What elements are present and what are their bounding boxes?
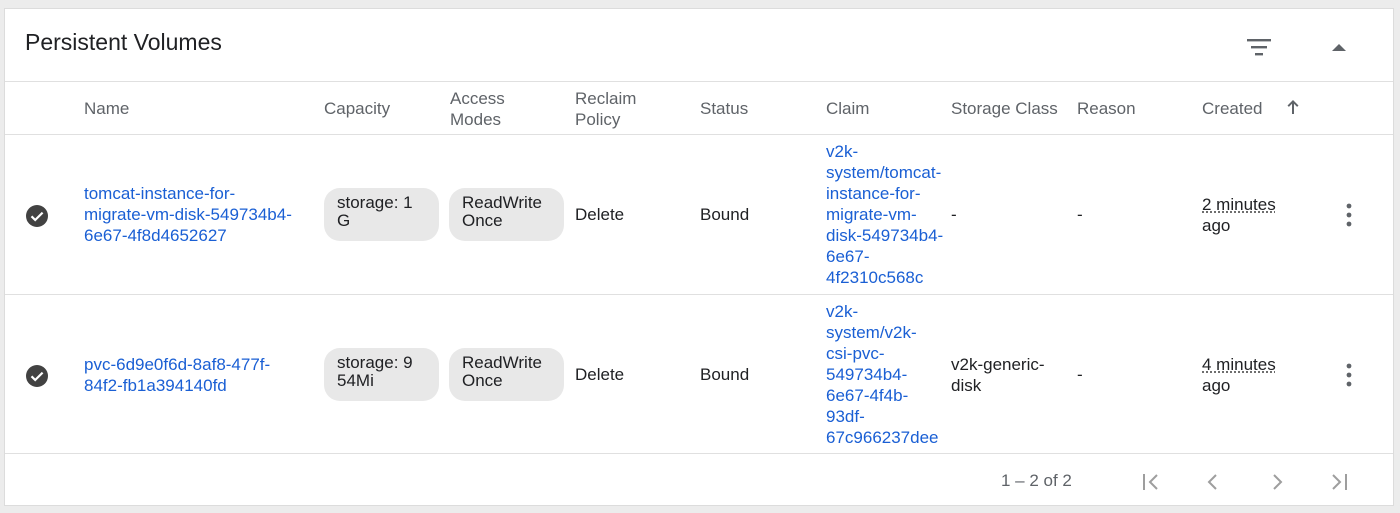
storage-class-line: v2k-generic-	[951, 355, 1045, 374]
created-time-line: 2 minutes	[1202, 195, 1276, 214]
reclaim-policy: Delete	[575, 365, 625, 384]
created-time: 2 minutes ago	[1202, 194, 1276, 236]
claim-line: system/v2k-	[826, 323, 917, 342]
check-circle-icon	[25, 364, 49, 388]
access-modes-chip: ReadWrite Once	[449, 188, 564, 241]
last-page-icon[interactable]	[1323, 466, 1355, 498]
claim-link[interactable]: v2k- system/v2k- csi-pvc- 549734b4- 6e67…	[826, 301, 946, 448]
reclaim-policy: Delete	[575, 205, 625, 224]
pv-name-link[interactable]: pvc-6d9e0f6d-8af8-477f- 84f2-fb1a394140f…	[84, 354, 270, 396]
chevron-up-icon[interactable]	[1325, 35, 1353, 59]
claim-link[interactable]: v2k- system/tomcat- instance-for- migrat…	[826, 141, 946, 288]
storage-class: -	[951, 204, 957, 225]
column-header-status[interactable]: Status	[700, 98, 748, 119]
filter-icon[interactable]	[1243, 35, 1275, 59]
claim-line: 93df-	[826, 407, 865, 426]
paginator-range-label: 1 – 2 of 2	[1001, 471, 1072, 490]
status-text: Bound	[700, 205, 750, 224]
more-vert-icon[interactable]	[1337, 199, 1361, 231]
pv-name-line: pvc-6d9e0f6d-8af8-477f-	[84, 355, 271, 374]
chevron-left-icon[interactable]	[1197, 466, 1229, 498]
first-page-icon[interactable]	[1135, 466, 1167, 498]
persistent-volumes-card: Persistent Volumes Name Capacity Access …	[4, 8, 1394, 506]
claim-line: 6e67-4f4b-	[826, 386, 909, 405]
column-header-name[interactable]: Name	[84, 98, 129, 119]
capacity-chip-line: G	[337, 211, 351, 230]
claim-line: 4f2310c568c	[826, 268, 924, 287]
claim-line: disk-549734b4-	[826, 226, 944, 245]
column-header-reclaim-policy[interactable]: Reclaim Policy	[575, 88, 636, 130]
claim-line: v2k-	[826, 302, 859, 321]
column-header-storage-class[interactable]: Storage Class	[951, 98, 1058, 119]
access-modes-chip-line: ReadWrite	[462, 353, 542, 372]
paginator-divider	[5, 453, 1393, 454]
claim-line: 549734b4-	[826, 365, 908, 384]
claim-line: instance-for-	[826, 184, 921, 203]
check-circle-icon	[25, 204, 49, 228]
storage-class-line: -	[951, 205, 957, 224]
status-text: Bound	[700, 365, 750, 384]
capacity-chip-line: storage: 1	[337, 193, 413, 212]
pv-name-line: migrate-vm-disk-549734b4-	[84, 205, 292, 224]
claim-line: 67c966237dee	[826, 428, 939, 447]
reason-text: -	[1077, 205, 1083, 224]
claim-line: migrate-vm-	[826, 205, 917, 224]
pv-name-link[interactable]: tomcat-instance-for- migrate-vm-disk-549…	[84, 183, 292, 246]
access-modes-chip-line: Once	[462, 371, 503, 390]
claim-line: system/tomcat-	[826, 163, 942, 182]
access-modes-chip-line: Once	[462, 211, 503, 230]
created-time-line: ago	[1202, 216, 1231, 235]
capacity-chip: storage: 9 54Mi	[324, 348, 439, 401]
column-header-reclaim-policy-line1: Reclaim	[575, 89, 637, 108]
pv-name-line: 84f2-fb1a394140fd	[84, 376, 227, 395]
storage-class: v2k-generic- disk	[951, 354, 1045, 396]
chevron-right-icon[interactable]	[1261, 466, 1293, 498]
storage-class-line: disk	[951, 376, 982, 395]
capacity-chip: storage: 1 G	[324, 188, 439, 241]
created-time: 4 minutes ago	[1202, 354, 1276, 396]
access-modes-chip-line: ReadWrite	[462, 193, 542, 212]
column-header-capacity[interactable]: Capacity	[324, 98, 390, 119]
capacity-chip-line: storage: 9	[337, 353, 413, 372]
column-header-access-modes-line1: Access	[450, 89, 505, 108]
column-header-created[interactable]: Created	[1202, 98, 1262, 119]
claim-line: 6e67-	[826, 247, 870, 266]
claim-line: v2k-	[826, 142, 859, 161]
column-header-reason[interactable]: Reason	[1077, 98, 1136, 119]
pv-name-line: tomcat-instance-for-	[84, 184, 236, 203]
table-header-divider	[5, 134, 1393, 135]
column-header-access-modes[interactable]: Access Modes	[450, 88, 505, 130]
capacity-chip-line: 54Mi	[337, 371, 374, 390]
panel-title: Persistent Volumes	[25, 29, 222, 55]
created-time-line: 4 minutes	[1202, 355, 1276, 374]
header-divider	[5, 81, 1393, 82]
more-vert-icon[interactable]	[1337, 359, 1361, 391]
column-header-claim[interactable]: Claim	[826, 98, 869, 119]
row-divider	[5, 294, 1393, 295]
pv-name-line: 6e67-4f8d4652627	[84, 226, 227, 245]
column-header-reclaim-policy-line2: Policy	[575, 110, 621, 129]
claim-line: csi-pvc-	[826, 344, 885, 363]
created-time-line: ago	[1202, 376, 1231, 395]
arrow-up-icon[interactable]	[1283, 97, 1303, 117]
access-modes-chip: ReadWrite Once	[449, 348, 564, 401]
reason-text: -	[1077, 365, 1083, 384]
column-header-access-modes-line2: Modes	[450, 110, 502, 129]
